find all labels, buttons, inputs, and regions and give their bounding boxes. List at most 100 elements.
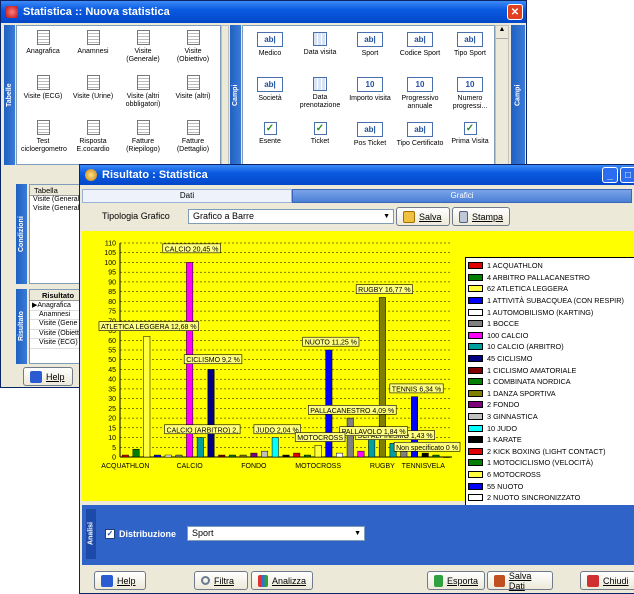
legend-label: 1 CICLISMO AMATORIALE [487, 365, 577, 375]
field-item[interactable]: ab| Sport [346, 32, 394, 58]
help-button[interactable]: Help [94, 571, 146, 590]
chart-bar [261, 450, 269, 458]
result-row[interactable]: Visite (Gene [30, 320, 83, 330]
legend-entry: 1 MOTOCICLISMO (VELOCITÀ) [466, 457, 593, 469]
field-item[interactable]: ✓ Esente [246, 122, 294, 146]
legend-entry: 1 CICLISMO AMATORIALE [466, 364, 576, 376]
save-icon [403, 210, 415, 223]
table-item[interactable]: Fatture (Riepilogo) [121, 120, 165, 154]
legend-label: 1 KARATE [487, 435, 522, 445]
field-item[interactable]: 10 Importo visita [346, 77, 394, 103]
table-item[interactable]: Fatture (Dettaglio) [171, 120, 215, 154]
main-window-titlebar[interactable]: Statistica :: Nuova statistica [1, 1, 526, 23]
chart-bar [196, 437, 204, 458]
field-item[interactable]: 10 Progressivo annuale [396, 77, 444, 111]
filtra-button[interactable]: Filtra [194, 571, 248, 590]
field-item[interactable]: Data prenotazione [296, 77, 344, 110]
legend-swatch [468, 424, 483, 432]
chart-bar [314, 445, 322, 458]
field-item[interactable]: Data visita [296, 32, 344, 57]
legend-label: 62 ATLETICA LEGGERA [487, 284, 568, 294]
close-icon[interactable]: ✕ [507, 4, 523, 20]
risultato-strip: Risultato [16, 289, 27, 364]
number-field-icon: 10 [357, 77, 383, 92]
distribuzione-checkbox[interactable]: ✓ [105, 529, 115, 539]
legend-entry: 1 AUTOMOBILISMO (KARTING) [466, 306, 593, 318]
field-item[interactable]: 10 Numero progressi... [446, 77, 494, 111]
chevron-down-icon[interactable]: ▼ [354, 527, 361, 540]
field-item[interactable]: ✓ Ticket [296, 122, 344, 146]
result-row[interactable]: Visite (Obiett [30, 330, 83, 339]
table-item[interactable]: Anamnesi [71, 30, 115, 56]
data-label-text: MOTOCROSS [297, 435, 343, 442]
y-tick-label: 60 [108, 338, 116, 345]
result-row[interactable]: Visite (ECG) [30, 339, 83, 349]
distribuzione-select[interactable]: Sport ▼ [187, 526, 365, 541]
result-row[interactable]: Anamnesi [30, 311, 83, 320]
stampa-button[interactable]: Stampa [452, 207, 510, 226]
table-item[interactable]: Visite (altri) [171, 75, 215, 101]
calendar-icon [313, 32, 327, 46]
condition-row[interactable]: Visite (Generale [30, 205, 83, 214]
legend-entry: 55 NUOTO [466, 480, 523, 492]
text-field-icon: ab| [407, 122, 433, 137]
table-item[interactable]: Visite (Urine) [71, 75, 115, 101]
tables-scrollbar[interactable] [221, 25, 229, 165]
chiudi-button[interactable]: Chiudi [580, 571, 634, 590]
legend-entry: 1 ACQUATHLON [466, 260, 543, 272]
field-item[interactable]: ✓ Prima Visita [446, 122, 494, 146]
legend-swatch [468, 494, 483, 502]
field-item[interactable]: ab| Pos Ticket [346, 122, 394, 148]
table-item[interactable]: Risposta E.cocardio [71, 120, 115, 154]
field-item[interactable]: ab| Società [246, 77, 294, 103]
legend-swatch [468, 355, 483, 363]
y-tick-label: 45 [108, 367, 116, 374]
data-label-text: JUDO 2,04 % [256, 427, 299, 434]
table-item[interactable]: Visite (ECG) [21, 75, 65, 101]
tipologia-select[interactable]: Grafico a Barre ▼ [188, 209, 394, 224]
table-item-label: Visite (Urine) [72, 93, 114, 100]
result-header[interactable]: Risultato [30, 290, 83, 301]
y-tick-label: 40 [108, 377, 116, 384]
chart-bar [207, 369, 215, 458]
legend-label: 10 JUDO [487, 423, 518, 433]
chevron-down-icon[interactable]: ▼ [383, 210, 390, 223]
main-help-button[interactable]: Help [23, 367, 73, 386]
result-window-titlebar[interactable]: Risultato : Statistica [80, 165, 634, 185]
table-item[interactable]: Anagrafica [21, 30, 65, 56]
scroll-up-icon[interactable]: ▲ [496, 26, 508, 39]
result-row[interactable]: ▶Anagrafica [30, 301, 83, 311]
legend-label: 6 MOTOCROSS [487, 470, 541, 480]
result-grid: Risultato ▶Anagrafica Anamnesi Visite (G… [29, 289, 84, 364]
table-item-label: Test cicloergometro [21, 138, 67, 153]
field-item[interactable]: ab| Tipo Sport [446, 32, 494, 58]
esporta-button[interactable]: Esporta [427, 571, 485, 590]
document-icon [36, 120, 50, 135]
table-item[interactable]: Test cicloergometro [21, 120, 67, 154]
conditions-header[interactable]: Tabella [30, 185, 83, 196]
table-item[interactable]: Visite (altri obbligatori) [121, 75, 165, 109]
legend-entry: 62 ATLETICA LEGGERA [466, 283, 568, 295]
field-item[interactable]: ab| Tipo Certificato [396, 122, 444, 148]
x-tick-label: VELA [427, 463, 445, 470]
fields-scrollbar[interactable]: ▲ [495, 25, 509, 165]
y-tick-label: 25 [108, 406, 116, 413]
y-tick-label: 95 [108, 270, 116, 277]
maximize-icon[interactable]: □ [620, 167, 634, 183]
field-item[interactable]: ab| Medico [246, 32, 294, 58]
condition-row[interactable]: Visite (Generale [30, 196, 83, 205]
close-icon [587, 574, 599, 587]
data-label: CICLISMO 9,2 % [183, 354, 243, 364]
tab-grafici[interactable]: Grafici [292, 189, 632, 203]
field-item[interactable]: ab| Codice Sport [396, 32, 444, 58]
salva-chart-button[interactable]: Salva [396, 207, 450, 226]
analizza-button[interactable]: Analizza [251, 571, 313, 590]
table-item[interactable]: Visite (Generale) [121, 30, 165, 64]
minimize-icon[interactable]: _ [602, 167, 618, 183]
y-tick-label: 5 [112, 445, 116, 452]
salva-dati-button[interactable]: Salva Dati [487, 571, 553, 591]
data-label-text: ATLETICA LEGGERA 12,68 % [101, 324, 197, 331]
table-item[interactable]: Visite (Obiettivo) [171, 30, 215, 64]
tab-dati[interactable]: Dati [82, 189, 292, 203]
legend-label: 1 ATTIVITÀ SUBACQUEA (CON RESPIR) [487, 296, 624, 306]
